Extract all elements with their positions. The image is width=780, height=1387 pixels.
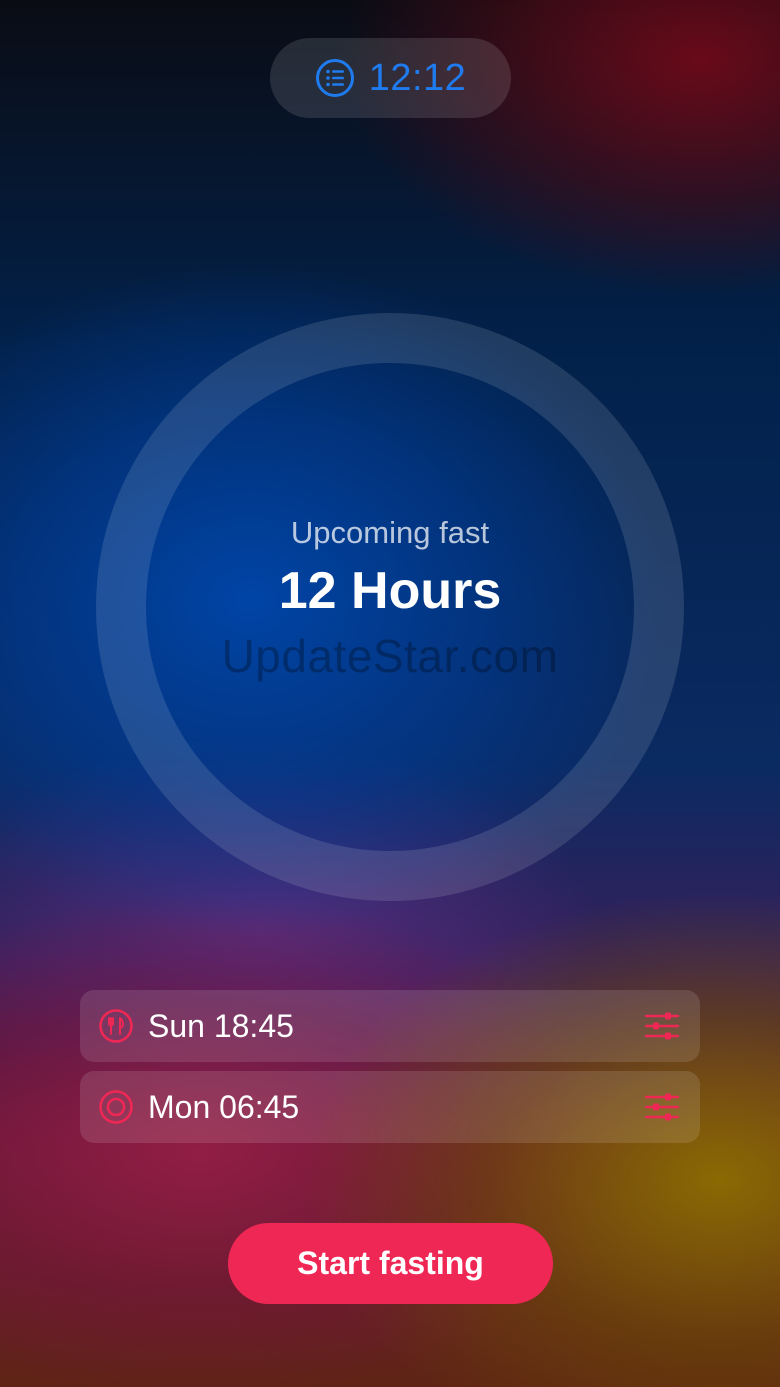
fast-end-time: Mon 06:45 [148,1088,300,1125]
fasting-history-pill[interactable]: 12:12 [270,38,511,118]
clock-time: 12:12 [368,56,467,99]
fast-duration: 12 Hours [278,562,502,620]
watermark: UpdateStar.com [221,630,559,682]
sliders-icon[interactable] [644,1092,680,1122]
fast-end-row[interactable]: Mon 06:45 [80,1071,700,1143]
fast-summary: Upcoming fast 12 Hours UpdateStar.com [96,313,684,901]
fast-start-row[interactable]: Sun 18:45 [80,990,700,1062]
upcoming-fast-label: Upcoming fast [290,515,490,550]
fork-knife-icon [98,1008,134,1044]
sliders-icon[interactable] [644,1011,680,1041]
fast-start-time: Sun 18:45 [148,1007,294,1044]
start-fasting-button[interactable]: Start fasting [228,1223,553,1304]
list-icon [315,58,355,98]
target-icon [98,1089,134,1125]
